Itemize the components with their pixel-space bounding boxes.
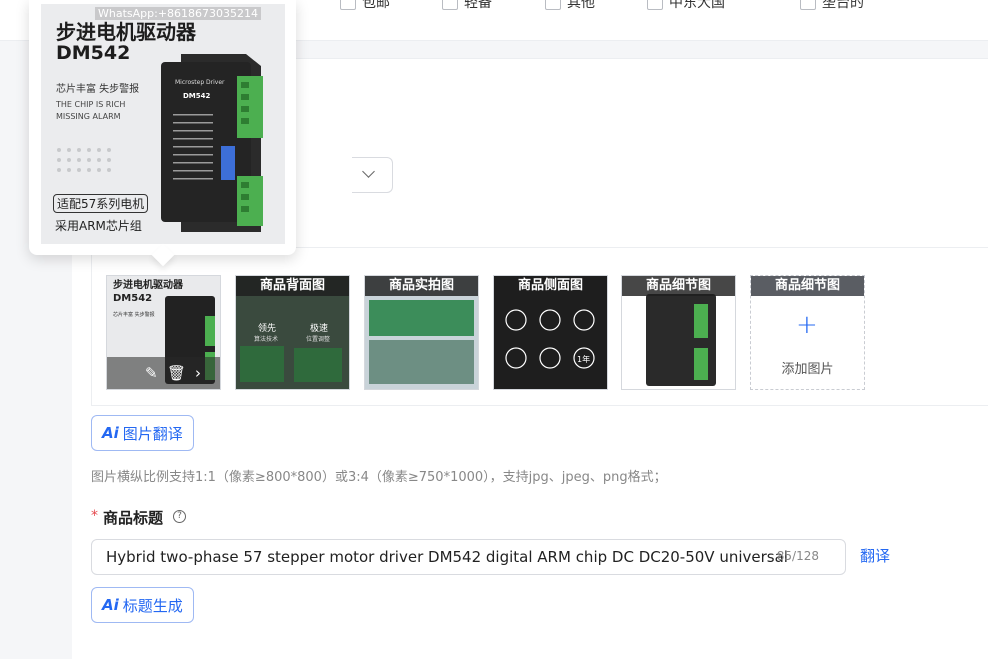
title-input[interactable]: Hybrid two-phase 57 stepper motor driver… [91,539,846,575]
title-input-value: Hybrid two-phase 57 stepper motor driver… [106,548,788,566]
gallery-thumb-side[interactable]: 1年 商品侧面图 [493,275,608,390]
preview-heading: 步进电机驱动器 [56,20,196,44]
svg-text:Microstep Driver: Microstep Driver [175,79,225,86]
checkbox[interactable] [545,0,561,10]
preview-badge: 适配57系列电机 [53,194,149,213]
thumb-tag: 商品细节图 [622,276,735,296]
filter-checkbox-1[interactable]: 包邮 [340,0,390,12]
filter-checkbox-5[interactable]: 垄台的 [800,0,864,12]
svg-text:DM542: DM542 [113,293,152,304]
svg-text:极速: 极速 [310,322,328,334]
watermark: WhatsApp:+8618673035214 [95,7,262,20]
svg-text:步进电机驱动器: 步进电机驱动器 [113,278,184,291]
gallery-thumb-main[interactable]: 步进电机驱动器 DM542 芯片丰富 失步警报 ✎ 🗑 › [106,275,221,390]
char-counter: 85/128 [776,549,819,563]
thumb-tag: 商品侧面图 [494,276,607,296]
thumb-tag: 商品实拍图 [365,276,478,296]
svg-text:1年: 1年 [577,354,590,364]
thumb-tag: 商品细节图 [751,276,864,296]
checkbox[interactable] [800,0,816,10]
svg-text:领先: 领先 [258,322,276,334]
category-select[interactable] [352,157,393,193]
checkbox[interactable] [442,0,458,10]
checkbox[interactable] [647,0,663,10]
ai-icon: Ai [102,424,119,442]
plus-icon: + [796,310,818,340]
image-translate-button[interactable]: Ai 图片翻译 [91,415,194,451]
svg-text:芯片丰富 失步警报: 芯片丰富 失步警报 [113,311,155,318]
preview-image: Microstep Driver DM542 步进电机驱动器 DM542 芯片丰… [41,4,285,244]
add-image-label: 添加图片 [781,362,834,377]
image-preview-popover: Microstep Driver DM542 步进电机驱动器 DM542 芯片丰… [29,0,296,267]
thumb-actions: ✎ 🗑 › [107,357,220,389]
svg-text:位置调整: 位置调整 [306,335,330,343]
title-generate-button[interactable]: Ai 标题生成 [91,587,194,623]
preview-tagline: 芯片丰富 失步警报 [56,84,140,95]
svg-text:DM542: DM542 [183,92,211,100]
image-requirement-hint: 图片横纵比例支持1:1（像素≥800*800）或3:4（像素≥750*1000）… [91,470,667,485]
gallery-thumb-detail[interactable]: 商品细节图 [621,275,736,390]
ai-icon: Ai [102,596,119,614]
trash-icon[interactable]: 🗑 [167,364,186,382]
svg-text:算法技术: 算法技术 [254,335,278,343]
filter-checkbox-3[interactable]: 其他 [545,0,595,12]
chevron-right-icon[interactable]: › [195,364,201,382]
required-mark: * [91,508,98,524]
preview-tagline-en-1: THE CHIP IS RICH [56,100,126,109]
add-image-button[interactable]: 商品细节图 + 添加图片 [750,275,865,390]
filter-checkbox-2[interactable]: 轻备 [442,0,492,12]
filter-checkbox-4[interactable]: 中东大国 [647,0,725,12]
preview-tagline-en-2: MISSING ALARM [56,112,121,121]
gallery-thumb-real[interactable]: 商品实拍图 [364,275,479,390]
preview-chip-line: 采用ARM芯片组 [55,219,142,233]
thumb-tag: 商品背面图 [236,276,349,296]
checkbox[interactable] [340,0,356,10]
translate-link[interactable]: 翻译 [860,545,890,566]
preview-model: DM542 [56,42,131,64]
title-field-label: 商品标题 [103,509,164,527]
edit-icon[interactable]: ✎ [145,364,158,382]
chevron-down-icon [362,165,375,178]
help-icon[interactable]: ? [173,510,186,523]
gallery-thumb-back[interactable]: 领先 算法技术 极速 位置调整 商品背面图 [235,275,350,390]
